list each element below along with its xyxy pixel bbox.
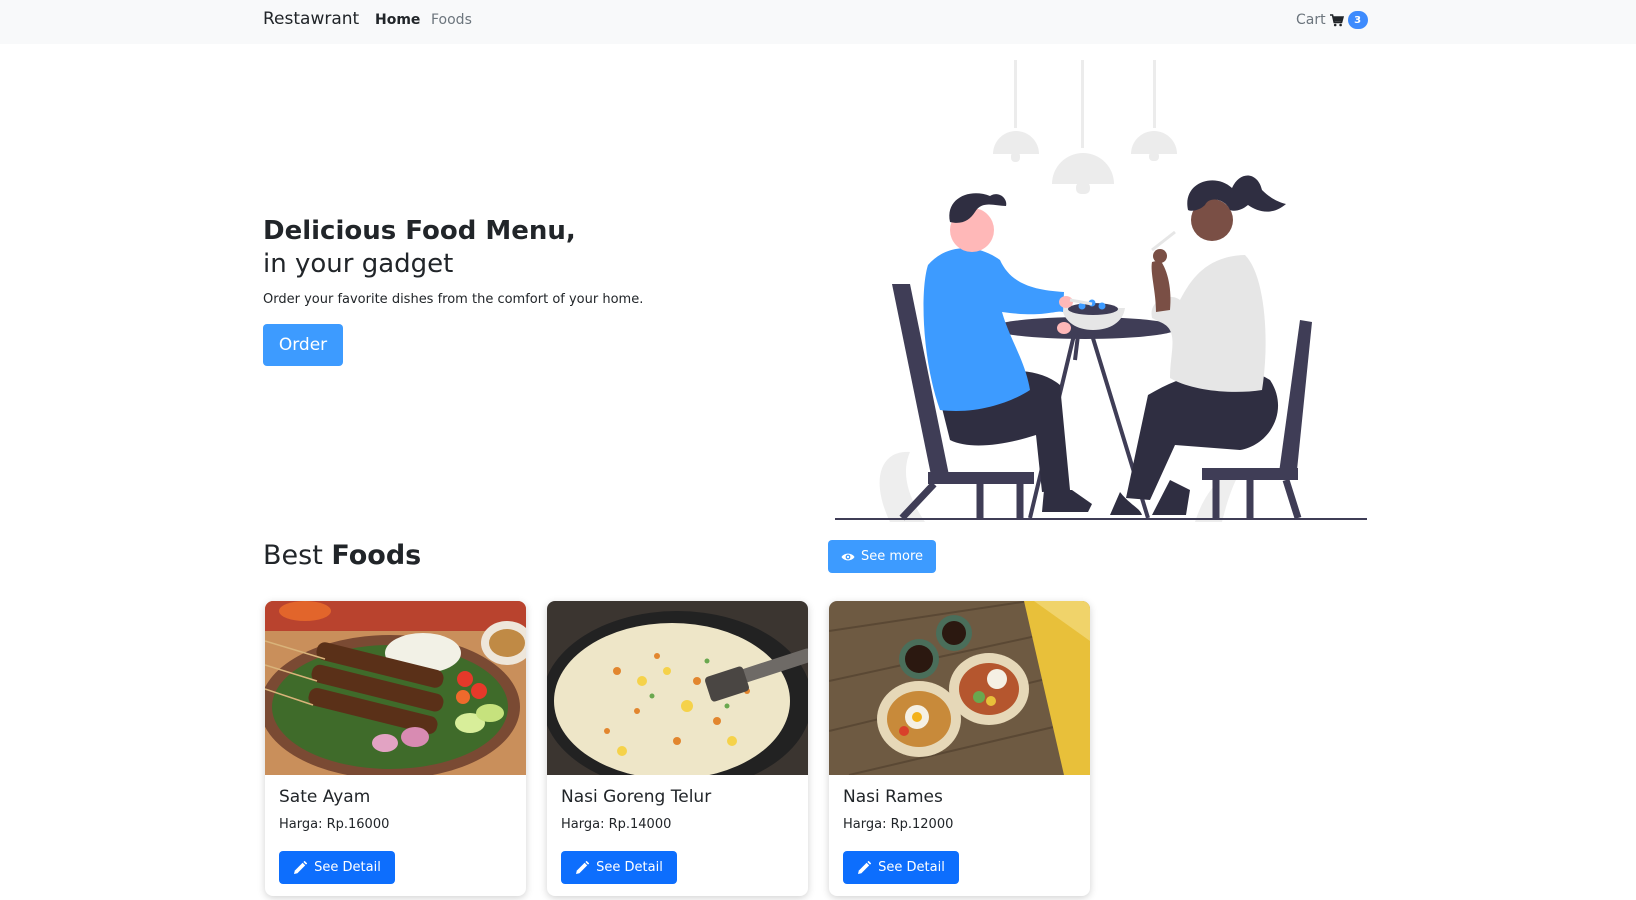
see-detail-button[interactable]: See Detail [279,851,395,884]
brand-logo[interactable]: Restawrant [263,9,359,29]
food-name: Nasi Goreng Telur [561,787,712,807]
nasi-goreng-photo [547,601,808,775]
hero-description: Order your favorite dishes from the comf… [263,292,644,307]
cart-link[interactable]: Cart 3 [1296,11,1368,29]
food-name: Nasi Rames [843,787,943,807]
see-detail-button[interactable]: See Detail [843,851,959,884]
best-foods-title: Best Foods [263,540,421,571]
see-detail-label: See Detail [314,860,381,875]
cart-count-badge: 3 [1347,11,1368,29]
food-name: Sate Ayam [279,787,371,807]
nav-link-home[interactable]: Home [375,12,420,28]
see-detail-button[interactable]: See Detail [561,851,677,884]
pencil-icon [294,860,308,874]
order-button[interactable]: Order [263,324,343,366]
cart-label: Cart [1296,12,1326,28]
food-card: Nasi Rames Harga: Rp.12000 See Detail [829,601,1090,896]
food-card: Nasi Goreng Telur Harga: Rp.14000 See De… [547,601,808,896]
pencil-icon [576,860,590,874]
see-detail-label: See Detail [596,860,663,875]
food-price: Harga: Rp.12000 [843,817,954,832]
hero-subtitle: in your gadget [263,249,454,279]
food-price: Harga: Rp.16000 [279,817,390,832]
see-detail-label: See Detail [878,860,945,875]
best-foods-title-light: Best [263,540,323,571]
eye-icon [841,553,855,560]
sate-ayam-photo [265,601,526,775]
food-card: Sate Ayam Harga: Rp.16000 See Detail [265,601,526,896]
nav-link-foods[interactable]: Foods [431,12,472,28]
couple-dining-illustration [835,60,1367,522]
navbar: Restawrant Home Foods Cart 3 [0,0,1636,44]
hero-title: Delicious Food Menu, [263,216,576,246]
best-foods-title-bold: Foods [331,540,422,571]
cart-icon [1329,13,1344,26]
nasi-rames-photo [829,601,1090,775]
food-price: Harga: Rp.14000 [561,817,672,832]
pencil-icon [858,860,872,874]
see-more-button[interactable]: See more [828,540,936,573]
see-more-label: See more [860,549,924,564]
